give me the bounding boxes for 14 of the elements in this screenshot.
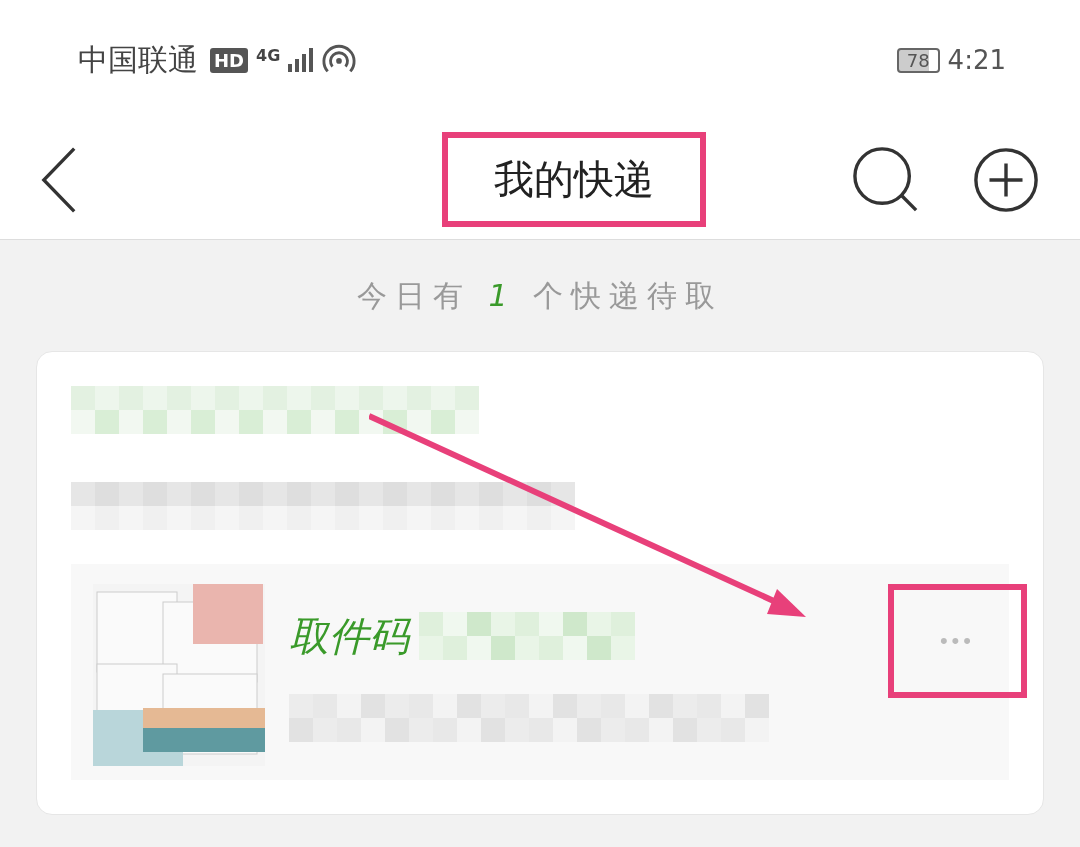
- signal-icon: [288, 48, 315, 72]
- battery-level: 78: [896, 47, 940, 73]
- pickup-summary: 今日有 1 个快递待取: [355, 277, 725, 315]
- more-button[interactable]: •••: [933, 624, 981, 658]
- clock-time: 4:21: [947, 45, 1006, 75]
- back-icon[interactable]: [40, 145, 78, 214]
- search-icon[interactable]: [852, 145, 920, 214]
- add-icon[interactable]: [972, 145, 1040, 214]
- pickup-code-label: 取件码: [289, 611, 409, 661]
- carrier-name: 中国联通: [78, 40, 198, 79]
- package-card[interactable]: 取件码 •••: [36, 351, 1044, 815]
- hd-badge: HD: [210, 47, 248, 73]
- page-title: 我的快递: [494, 156, 654, 202]
- network-type: 4G: [256, 45, 281, 65]
